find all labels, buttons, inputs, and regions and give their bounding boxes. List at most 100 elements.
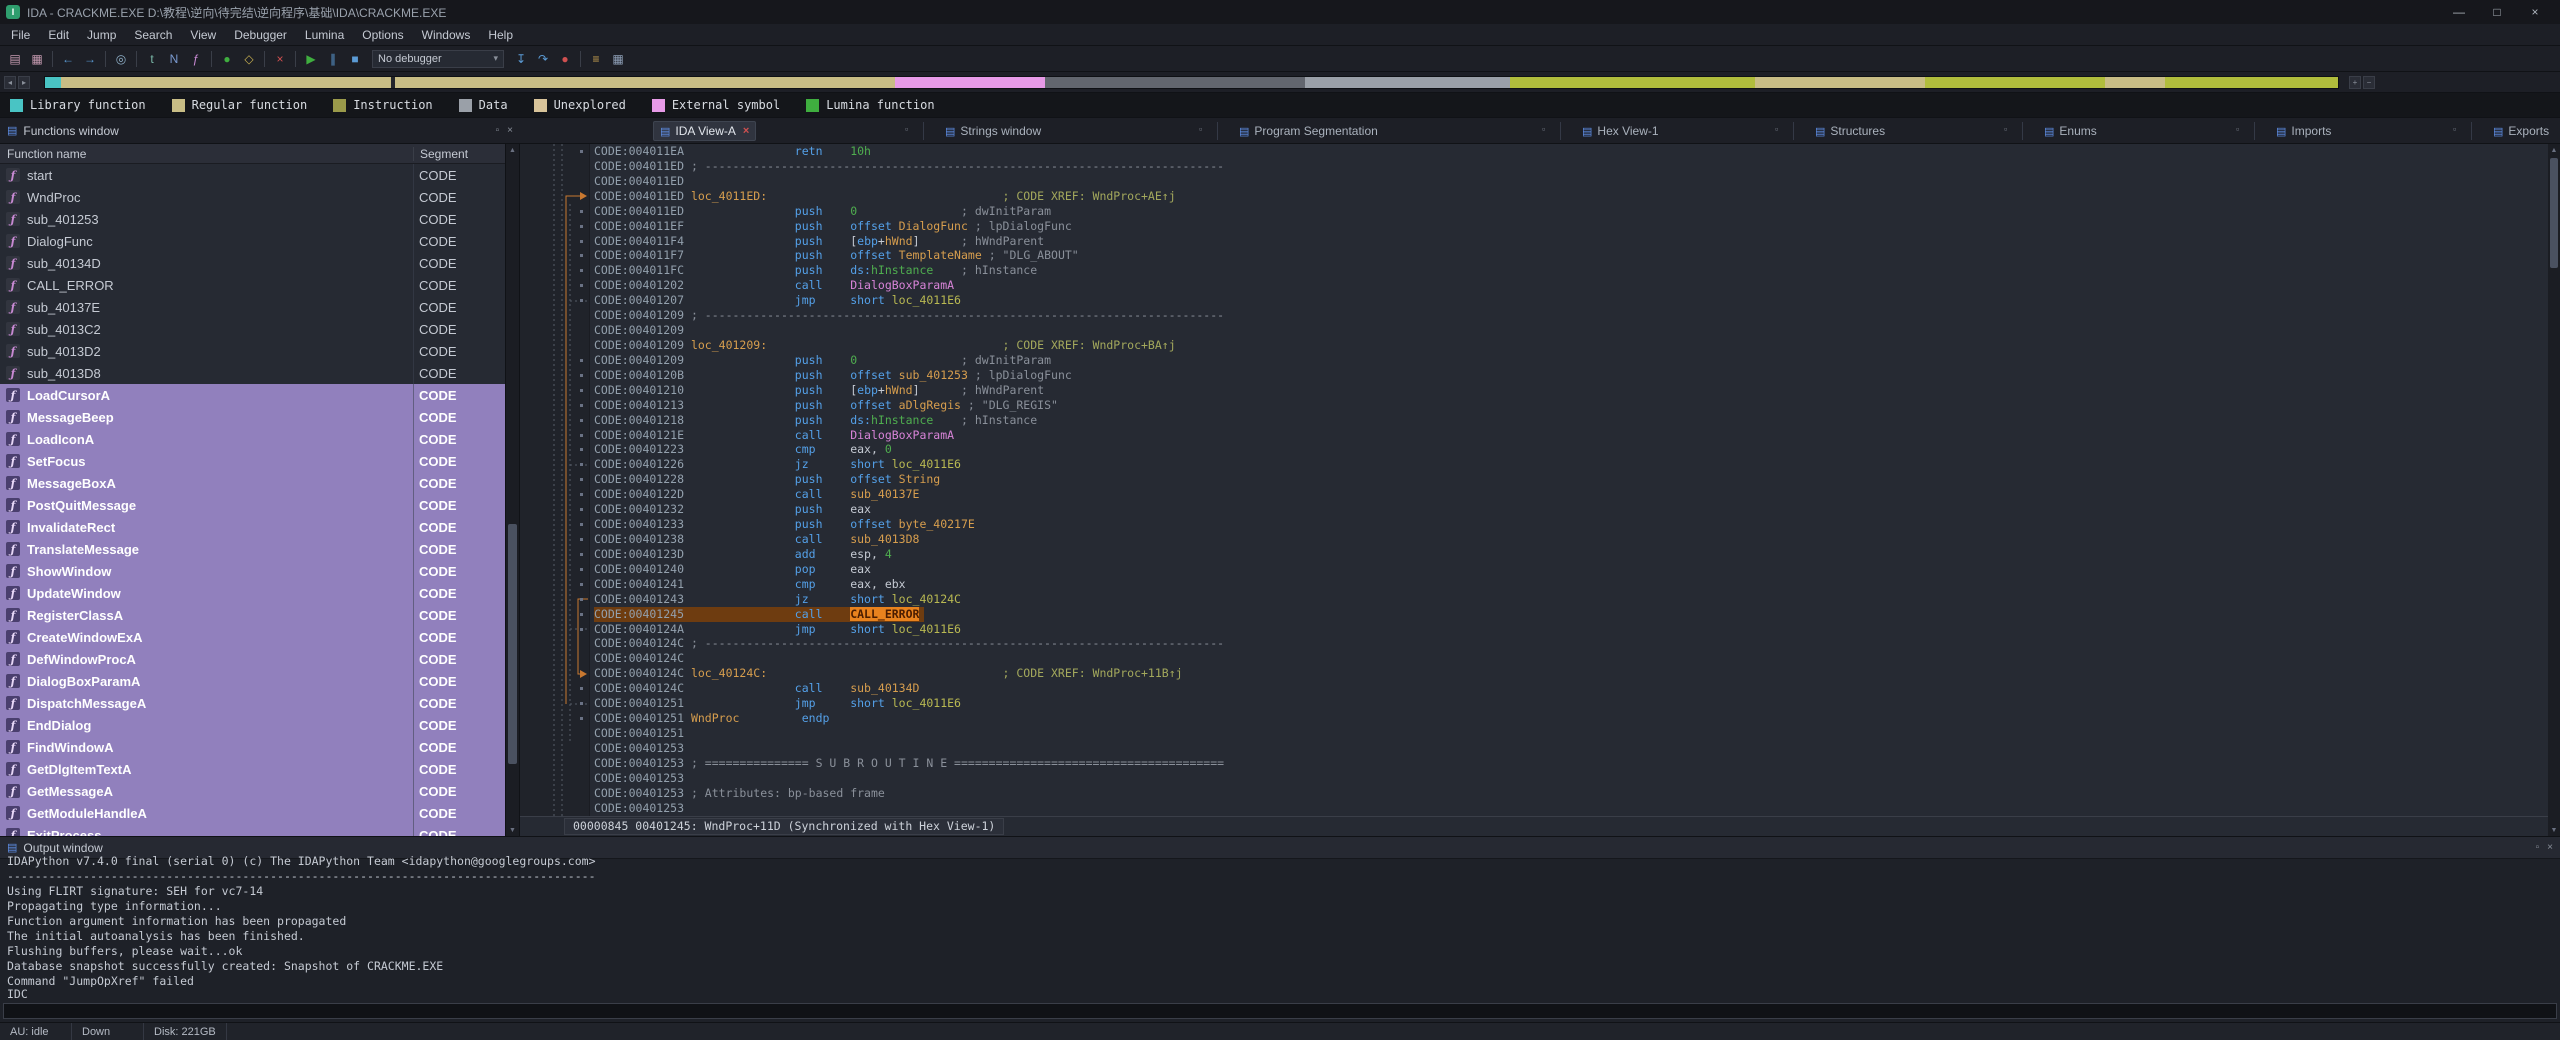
function-row[interactable]: ƒ LoadCursorA CODE [0,384,505,406]
function-row[interactable]: ƒ sub_4013C2 CODE [0,318,505,340]
menu-item-options[interactable]: Options [353,26,412,44]
tab-detach-icon[interactable]: ▫ [905,124,908,134]
menu-item-jump[interactable]: Jump [78,26,125,44]
script-command-icon[interactable]: ≡ [586,49,606,69]
tab-detach-icon[interactable]: ▫ [1542,124,1545,134]
tab-program-segmentation[interactable]: ▤ Program Segmentation [1233,121,1384,141]
disasm-line[interactable]: CODE:0040124C [594,651,2548,666]
function-row[interactable]: ƒ SetFocus CODE [0,450,505,472]
disasm-line[interactable]: CODE:0040124C ; ------------------------… [594,636,2548,651]
functions-icon[interactable]: ƒ [186,49,206,69]
debug-run-icon[interactable]: ▶ [301,49,321,69]
disasm-line[interactable]: CODE:00401223 cmp eax, 0 [580,442,2548,457]
tab-detach-icon[interactable]: ▫ [1199,124,1202,134]
disasm-line[interactable]: CODE:0040124C call sub_40134D [580,681,2548,696]
disasm-line[interactable]: CODE:00401240 pop eax [580,562,2548,577]
disassembly-scrollbar-thumb[interactable] [2550,158,2558,268]
tab-close-icon[interactable]: × [743,125,749,137]
disasm-line[interactable]: CODE:0040120B push offset sub_401253 ; l… [580,368,2548,383]
tab-structures[interactable]: ▤ Structures [1809,121,1891,141]
function-row[interactable]: ƒ WndProc CODE [0,186,505,208]
function-row[interactable]: ƒ RegisterClassA CODE [0,604,505,626]
close-panel-icon[interactable]: × [507,125,513,136]
close-output-icon[interactable]: × [2547,842,2553,853]
disassembly-scrollbar[interactable]: ▲ ▼ [2548,144,2560,836]
disasm-line[interactable]: CODE:00401207 jmp short loc_4011E6 [580,293,2548,308]
disasm-line[interactable]: CODE:00401202 call DialogBoxParamA [580,278,2548,293]
step-over-icon[interactable]: ↷ [533,49,553,69]
function-row[interactable]: ƒ sub_4013D8 CODE [0,362,505,384]
function-row[interactable]: ƒ GetDlgItemTextA CODE [0,758,505,780]
function-row[interactable]: ƒ EndDialog CODE [0,714,505,736]
debugger-select[interactable]: No debugger ▾ [372,49,504,68]
menu-item-windows[interactable]: Windows [413,26,480,44]
functions-scrollbar[interactable]: ▲ ▼ [506,144,520,836]
maximize-button[interactable]: □ [2478,1,2516,23]
names-icon[interactable]: N [164,49,184,69]
disasm-line[interactable]: CODE:00401232 push eax [580,502,2548,517]
menu-item-lumina[interactable]: Lumina [296,26,353,44]
function-row[interactable]: ƒ DialogBoxParamA CODE [0,670,505,692]
disasm-line[interactable]: CODE:00401253 ; =============== S U B R … [594,756,2548,771]
scroll-down-icon[interactable]: ▼ [506,824,519,836]
disasm-line[interactable]: CODE:00401213 push offset aDlgRegis ; "D… [580,398,2548,413]
hex-calc-icon[interactable]: ▦ [608,49,628,69]
disasm-line[interactable]: CODE:00401253 [594,771,2548,786]
disasm-line[interactable]: CODE:004011F4 push [ebp+hWnd] ; hWndPare… [580,234,2548,249]
dock-icon[interactable]: ▫ [496,125,500,136]
function-row[interactable]: ƒ start CODE [0,164,505,186]
column-function-name[interactable]: Function name [0,147,413,161]
disasm-line[interactable]: CODE:00401209 push 0 ; dwInitParam [580,353,2548,368]
column-segment[interactable]: Segment [413,146,505,161]
restore-panel-icon[interactable]: ▫ [2536,842,2540,853]
disasm-line[interactable]: CODE:0040122D call sub_40137E [580,487,2548,502]
function-row[interactable]: ƒ ShowWindow CODE [0,560,505,582]
tab-imports[interactable]: ▤ Imports [2270,121,2337,141]
save-database-icon[interactable]: ▦ [27,49,47,69]
disasm-scroll-down-icon[interactable]: ▼ [2548,824,2560,836]
menu-item-edit[interactable]: Edit [39,26,78,44]
disasm-line[interactable]: CODE:004011ED ; ------------------------… [594,159,2548,174]
navband-left-icon[interactable]: ◂ [4,75,16,89]
disasm-line[interactable]: CODE:00401209 ; ------------------------… [594,308,2548,323]
tab-detach-icon[interactable]: ▫ [1775,124,1778,134]
text-view-icon[interactable]: t [142,49,162,69]
functions-scrollbar-thumb[interactable] [508,524,517,764]
disasm-line[interactable]: CODE:004011ED loc_4011ED: ; CODE XREF: W… [594,189,2548,204]
close-button[interactable]: × [2516,1,2554,23]
menu-item-search[interactable]: Search [125,26,181,44]
debug-stop-icon[interactable]: ■ [345,49,365,69]
menu-item-debugger[interactable]: Debugger [225,26,296,44]
function-row[interactable]: ƒ FindWindowA CODE [0,736,505,758]
function-row[interactable]: ƒ PostQuitMessage CODE [0,494,505,516]
function-row[interactable]: ƒ sub_40137E CODE [0,296,505,318]
disasm-line[interactable]: CODE:004011ED [594,174,2548,189]
tab-detach-icon[interactable]: ▫ [2453,124,2456,134]
breakpoint-icon[interactable]: ● [555,49,575,69]
disasm-line[interactable]: CODE:00401209 loc_401209: ; CODE XREF: W… [594,338,2548,353]
disasm-line[interactable]: CODE:0040124C loc_40124C: ; CODE XREF: W… [594,666,2548,681]
step-into-icon[interactable]: ↧ [511,49,531,69]
tab-hex-view-1[interactable]: ▤ Hex View-1 [1576,121,1665,141]
menu-item-view[interactable]: View [181,26,225,44]
tab-strings-window[interactable]: ▤ Strings window [939,121,1047,141]
disasm-line[interactable]: CODE:004011EF push offset DialogFunc ; l… [580,219,2548,234]
function-row[interactable]: ƒ sub_40134D CODE [0,252,505,274]
disasm-line[interactable]: CODE:004011ED push 0 ; dwInitParam [580,204,2548,219]
tab-detach-icon[interactable]: ▫ [2004,124,2007,134]
lumina-icon[interactable]: ● [217,49,237,69]
scroll-up-icon[interactable]: ▲ [506,144,519,156]
function-row[interactable]: ƒ GetModuleHandleA CODE [0,802,505,824]
cancel-analysis-icon[interactable]: × [270,49,290,69]
disasm-line[interactable]: CODE:00401241 cmp eax, ebx [580,577,2548,592]
navband-zoom-out-icon[interactable]: − [2363,75,2375,89]
jump-address-icon[interactable]: ◎ [111,49,131,69]
function-row[interactable]: ƒ UpdateWindow CODE [0,582,505,604]
function-row[interactable]: ƒ DispatchMessageA CODE [0,692,505,714]
minimize-button[interactable]: — [2440,1,2478,23]
function-row[interactable]: ƒ LoadIconA CODE [0,428,505,450]
tab-enums[interactable]: ▤ Enums [2038,121,2103,141]
disasm-line[interactable]: CODE:00401251 [594,726,2548,741]
disasm-line[interactable]: CODE:00401245 call CALL_ERROR [580,606,2548,622]
disasm-line[interactable]: CODE:00401238 call sub_4013D8 [580,532,2548,547]
